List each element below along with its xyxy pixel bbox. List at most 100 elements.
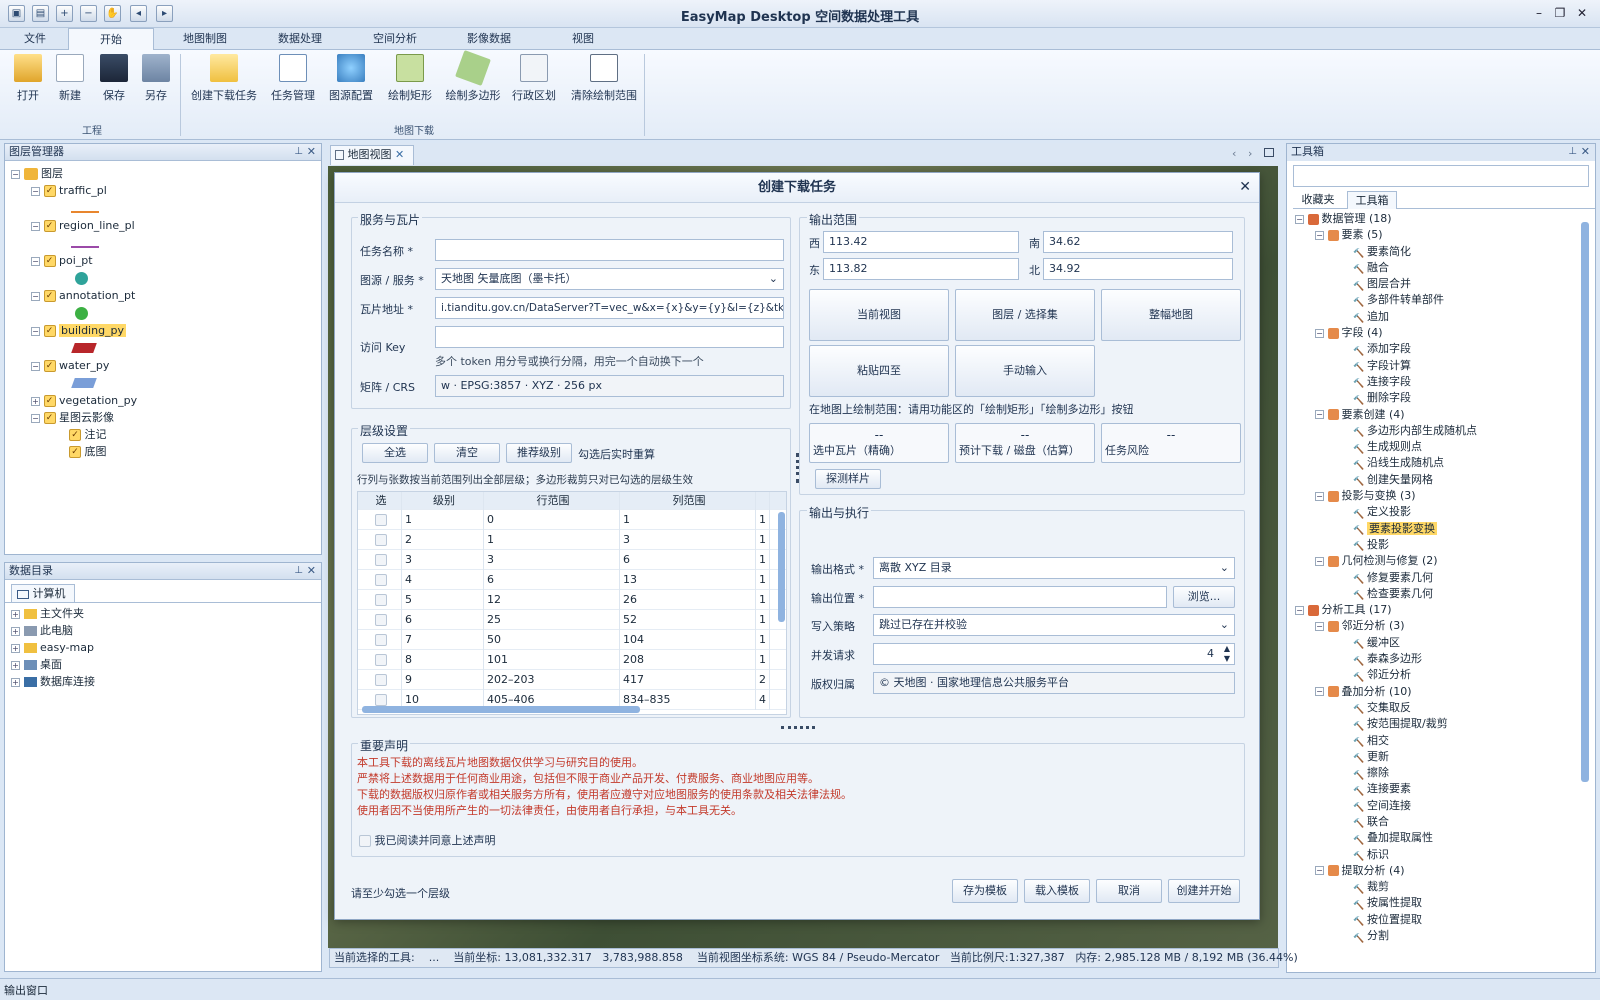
collapse-icon[interactable]: − xyxy=(31,326,40,336)
tab-view[interactable]: 视图 xyxy=(538,28,628,50)
row-checkbox-cell[interactable] xyxy=(358,570,402,590)
tool-item[interactable]: 🔨 缓冲区 xyxy=(1295,635,1595,651)
tool-item[interactable]: 🔨 空间连接 xyxy=(1295,798,1595,814)
tab-computer[interactable]: 计算机 xyxy=(11,584,75,602)
layer-visible-checkbox[interactable]: ✓ xyxy=(43,255,56,267)
tool-item[interactable]: 🔨 标识 xyxy=(1295,847,1595,863)
collapse-icon[interactable]: − xyxy=(31,221,40,231)
row-checkbox[interactable] xyxy=(375,534,387,546)
pin-icon[interactable]: ⊥ xyxy=(1568,144,1577,160)
layer-item[interactable]: − ✓ poi_pt xyxy=(11,252,321,269)
access-key-input[interactable] xyxy=(435,326,784,348)
whole-map-button[interactable]: 整幅地图 xyxy=(1101,289,1241,341)
draw-polygon-button[interactable]: 绘制多边形 xyxy=(440,50,506,114)
tool-item[interactable]: 🔨 融合 xyxy=(1295,260,1595,276)
tool-item[interactable]: 🔨 更新 xyxy=(1295,749,1595,765)
tool-item[interactable]: 🔨 按位置提取 xyxy=(1295,912,1595,928)
toolbox-category[interactable]: − 几何检测与修复 (2) xyxy=(1295,553,1595,569)
table-row[interactable]: 3361 xyxy=(358,550,786,570)
south-input[interactable]: 34.62 xyxy=(1043,231,1233,253)
close-icon[interactable]: ✕ xyxy=(307,563,316,579)
tool-item[interactable]: 🔨 定义投影 xyxy=(1295,504,1595,520)
tool-item[interactable]: 🔨 联合 xyxy=(1295,814,1595,830)
dialog-close-icon[interactable]: ✕ xyxy=(1239,179,1251,195)
expand-icon[interactable]: + xyxy=(11,660,20,670)
expand-icon[interactable]: + xyxy=(11,677,20,687)
tool-item[interactable]: 🔨 按属性提取 xyxy=(1295,895,1595,911)
toolbox-category[interactable]: − 叠加分析 (10) xyxy=(1295,684,1595,700)
tool-item[interactable]: 🔨 添加字段 xyxy=(1295,341,1595,357)
tab-imagery[interactable]: 影像数据 xyxy=(444,28,534,50)
tool-item[interactable]: 🔨 连接要素 xyxy=(1295,781,1595,797)
format-select[interactable]: 离散 XYZ 目录 ⌄ xyxy=(873,557,1235,579)
tool-item[interactable]: 🔨 修复要素几何 xyxy=(1295,570,1595,586)
tool-item[interactable]: 🔨 连接字段 xyxy=(1295,374,1595,390)
concurrency-stepper[interactable]: 4 ▲ ▼ xyxy=(873,643,1235,665)
tab-data-processing[interactable]: 数据处理 xyxy=(255,28,345,50)
layer-visible-checkbox[interactable]: ✓ xyxy=(69,429,81,441)
close-window-icon[interactable]: ✕ xyxy=(1573,6,1591,22)
tool-item[interactable]: 🔨 多边形内部生成随机点 xyxy=(1295,423,1595,439)
tool-item[interactable]: 🔨 按范围提取/裁剪 xyxy=(1295,716,1595,732)
layer-visible-checkbox[interactable]: ✓ xyxy=(43,412,56,424)
tool-item[interactable]: 🔨 多部件转单部件 xyxy=(1295,292,1595,308)
layer-item[interactable]: + ✓ vegetation_py xyxy=(11,392,321,409)
tool-item[interactable]: 🔨 裁剪 xyxy=(1295,879,1595,895)
tile-url-input[interactable]: i.tianditu.gov.cn/DataServer?T=vec_w&x={… xyxy=(435,297,784,319)
toolbox-category[interactable]: − 提取分析 (4) xyxy=(1295,863,1595,879)
west-input[interactable]: 113.42 xyxy=(823,231,1019,253)
expand-icon[interactable]: + xyxy=(11,643,20,653)
table-row[interactable]: 9 202–203 417 2 xyxy=(358,670,786,690)
minimize-icon[interactable]: – xyxy=(1530,6,1548,22)
table-row[interactable]: 2131 xyxy=(358,530,786,550)
pin-icon[interactable]: ⊥ xyxy=(294,563,303,579)
layer-item[interactable]: − ✓ water_py xyxy=(11,357,321,374)
row-checkbox[interactable] xyxy=(375,594,387,606)
tool-item[interactable]: 🔨 泰森多边形 xyxy=(1295,651,1595,667)
table-row[interactable]: 1011 xyxy=(358,510,786,530)
table-row[interactable]: 6 25 52 1 xyxy=(358,610,786,630)
collapse-icon[interactable]: − xyxy=(1295,605,1304,615)
layer-item[interactable]: − ✓ traffic_pl xyxy=(11,182,321,199)
tool-item[interactable]: 🔨 要素投影变换 xyxy=(1295,521,1595,537)
output-window-tab[interactable]: 输出窗口 xyxy=(4,982,48,998)
paste-bounds-button[interactable]: 粘贴四至 xyxy=(809,345,949,397)
save-as-button[interactable]: 另存 xyxy=(136,54,176,114)
row-checkbox[interactable] xyxy=(375,634,387,646)
tab-map-view[interactable]: 地图视图 ✕ xyxy=(330,145,414,165)
new-button[interactable]: 新建 xyxy=(50,54,90,114)
source-config-button[interactable]: 图源配置 xyxy=(324,54,378,114)
row-checkbox-cell[interactable] xyxy=(358,590,402,610)
clear-button[interactable]: 清空 xyxy=(434,443,500,463)
browse-button[interactable]: 浏览... xyxy=(1173,586,1235,608)
layer-visible-checkbox[interactable]: ✓ xyxy=(69,446,81,458)
north-input[interactable]: 34.92 xyxy=(1043,258,1233,280)
layer-visible-checkbox[interactable]: ✓ xyxy=(43,395,56,407)
probe-sample-button[interactable]: 探测样片 xyxy=(815,469,881,489)
catalog-item[interactable]: + 此电脑 xyxy=(11,622,321,639)
toolbox-category[interactable]: − 邻近分析 (3) xyxy=(1295,618,1595,634)
row-checkbox[interactable] xyxy=(375,574,387,586)
tab-file[interactable]: 文件 xyxy=(4,28,66,50)
collapse-icon[interactable]: − xyxy=(1315,230,1324,240)
row-checkbox-cell[interactable] xyxy=(358,670,402,690)
tab-scroll-right-icon[interactable]: › xyxy=(1248,147,1252,160)
collapse-icon[interactable]: − xyxy=(31,186,40,196)
table-row[interactable]: 8 101 208 1 xyxy=(358,650,786,670)
tool-item[interactable]: 🔨 图层合并 xyxy=(1295,276,1595,292)
layer-item[interactable]: − ✓ 星图云影像 xyxy=(11,409,321,426)
collapse-icon[interactable]: − xyxy=(11,169,20,179)
row-checkbox-cell[interactable] xyxy=(358,650,402,670)
tool-item[interactable]: 🔨 投影 xyxy=(1295,537,1595,553)
collapse-icon[interactable]: − xyxy=(31,256,40,266)
current-view-button[interactable]: 当前视图 xyxy=(809,289,949,341)
clear-extent-button[interactable]: 清除绘制范围 xyxy=(566,54,642,114)
row-checkbox[interactable] xyxy=(375,614,387,626)
row-checkbox[interactable] xyxy=(375,514,387,526)
collapse-icon[interactable]: − xyxy=(1295,214,1304,224)
tool-item[interactable]: 🔨 叠加提取属性 xyxy=(1295,830,1595,846)
collapse-icon[interactable]: − xyxy=(31,291,40,301)
task-name-input[interactable] xyxy=(435,239,784,261)
restore-icon[interactable]: ❐ xyxy=(1551,6,1569,22)
layer-item[interactable]: − ✓ region_line_pl xyxy=(11,217,321,234)
